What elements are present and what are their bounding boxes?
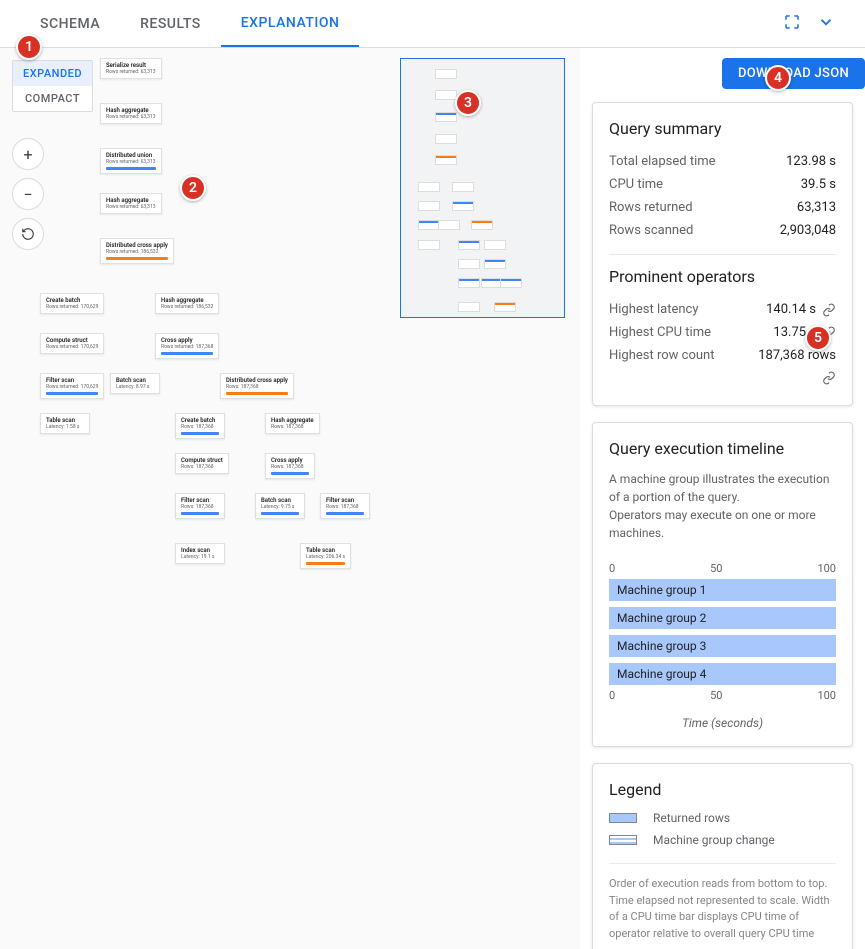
plan-node[interactable]: Create batchRows returned: 170,629 [40, 293, 104, 314]
timeline-bar[interactable]: Machine group 3 [609, 635, 836, 657]
minimap[interactable] [400, 58, 565, 318]
plan-node[interactable]: Compute structRows: 187,368 [175, 453, 229, 474]
callout-4: 4 [765, 65, 791, 91]
timeline-card: Query execution timeline A machine group… [592, 422, 853, 747]
returned-rows-label: Returned rows [653, 811, 730, 825]
timeline-xlabel: Time (seconds) [609, 716, 836, 730]
timeline-axis-top: 0 50 100 [609, 558, 836, 579]
plan-node[interactable]: Distributed cross applyRows returned: 18… [100, 238, 174, 264]
plan-node[interactable]: Hash aggregateRows returned: 63,313 [100, 103, 162, 124]
plan-node[interactable]: Batch scanLatency: 9.75 s [255, 493, 305, 519]
plan-node[interactable]: Cross applyRows: 187,368 [265, 453, 315, 479]
plan-node[interactable]: Table scanLatency: 1.58 s [40, 413, 90, 434]
query-summary-title: Query summary [609, 119, 836, 138]
rows-scanned-value: 2,903,048 [780, 223, 836, 238]
callout-2: 2 [180, 175, 206, 201]
side-panel: DOWNLOAD JSON Query summary Total elapse… [580, 48, 865, 949]
rows-returned-label: Rows returned [609, 200, 693, 215]
plan-node[interactable]: Hash aggregateRows: 187,368 [265, 413, 320, 434]
plan-node[interactable]: Cross applyRows returned: 187,368 [155, 333, 219, 359]
plan-node[interactable]: Filter scanRows returned: 170,629 [40, 373, 104, 399]
plan-node[interactable]: Filter scanRows: 187,368 [320, 493, 370, 519]
highest-rows-value: 187,368 rows [758, 348, 836, 363]
legend-title: Legend [609, 780, 836, 799]
plan-canvas[interactable]: EXPANDED COMPACT + − Serialize resultRow… [0, 48, 580, 949]
chevron-down-icon[interactable] [817, 13, 835, 35]
tab-explanation[interactable]: EXPLANATION [221, 1, 360, 47]
legend-card: Legend Returned rows Machine group chang… [592, 763, 853, 949]
machine-group-label: Machine group change [653, 833, 775, 847]
link-icon[interactable] [822, 371, 836, 385]
highest-rows-label: Highest row count [609, 348, 714, 363]
highest-latency-value: 140.14 s [766, 302, 816, 317]
timeline-bar[interactable]: Machine group 1 [609, 579, 836, 601]
plan-node[interactable]: Batch scanLatency: 8.97 s [110, 373, 160, 394]
timeline-bar[interactable]: Machine group 4 [609, 663, 836, 685]
rows-returned-value: 63,313 [797, 200, 836, 215]
zoom-reset-button[interactable] [12, 218, 44, 250]
returned-rows-swatch [609, 813, 637, 823]
download-json-button[interactable]: DOWNLOAD JSON [722, 58, 865, 89]
view-toggle: EXPANDED COMPACT [12, 60, 93, 112]
zoom-in-button[interactable]: + [12, 138, 44, 170]
plan-node[interactable]: Create batchRows: 187,368 [175, 413, 225, 439]
plan-node[interactable]: Distributed unionRows returned: 63,313 [100, 148, 162, 174]
legend-fine-print: Order of execution reads from bottom to … [609, 863, 836, 942]
highest-cpu-label: Highest CPU time [609, 325, 711, 340]
total-elapsed-value: 123.98 s [786, 154, 836, 169]
timeline-title: Query execution timeline [609, 439, 836, 458]
callout-5: 5 [805, 325, 831, 351]
zoom-out-button[interactable]: − [12, 178, 44, 210]
fullscreen-icon[interactable] [783, 13, 801, 35]
tab-results[interactable]: RESULTS [120, 2, 221, 46]
timeline-desc: A machine group illustrates the executio… [609, 470, 836, 542]
zoom-controls: + − [12, 138, 44, 250]
link-icon[interactable] [822, 303, 836, 317]
timeline-bar[interactable]: Machine group 2 [609, 607, 836, 629]
plan-node[interactable]: Filter scanRows: 187,368 [175, 493, 225, 519]
timeline-axis-bottom: 0 50 100 [609, 685, 836, 706]
plan-node[interactable]: Serialize resultRows returned: 63,313 [100, 58, 162, 79]
cpu-time-label: CPU time [609, 177, 663, 192]
view-compact-button[interactable]: COMPACT [13, 86, 92, 111]
cpu-time-value: 39.5 s [801, 177, 836, 192]
tabs-bar: SCHEMA RESULTS EXPLANATION [0, 0, 865, 48]
rows-scanned-label: Rows scanned [609, 223, 693, 238]
plan-node[interactable]: Hash aggregateRows returned: 63,313 [100, 193, 162, 214]
callout-3: 3 [455, 90, 481, 116]
plan-node[interactable]: Index scanLatency: 19.1 s [175, 543, 225, 564]
query-summary-card: Query summary Total elapsed time 123.98 … [592, 102, 853, 406]
total-elapsed-label: Total elapsed time [609, 154, 716, 169]
highest-latency-label: Highest latency [609, 302, 699, 317]
plan-node[interactable]: Table scanLatency: 206.34 s [300, 543, 351, 569]
prominent-operators-title: Prominent operators [609, 267, 836, 286]
plan-node[interactable]: Distributed cross applyRows: 187,368 [220, 373, 294, 399]
callout-1: 1 [16, 34, 42, 60]
machine-group-swatch [609, 835, 637, 845]
plan-node[interactable]: Hash aggregateRows returned: 186,532 [155, 293, 219, 314]
view-expanded-button[interactable]: EXPANDED [13, 61, 92, 86]
plan-node[interactable]: Compute structRows returned: 170,629 [40, 333, 104, 354]
